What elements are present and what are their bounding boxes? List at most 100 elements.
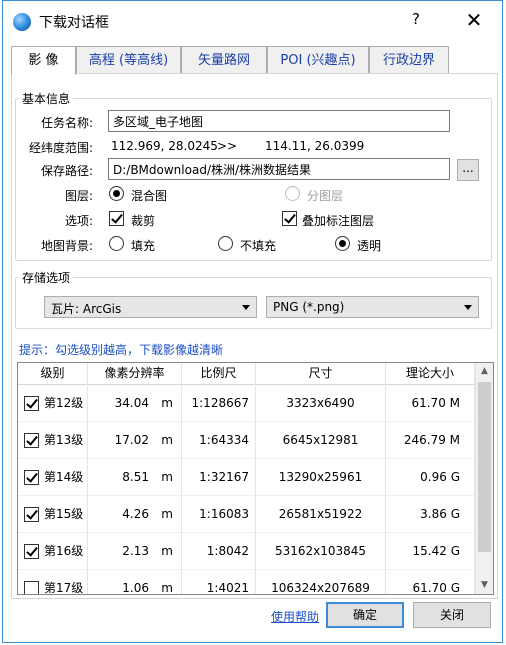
row-scale: 1:32167 (182, 459, 256, 496)
scroll-thumb[interactable] (478, 382, 491, 552)
row-scale: 1:4021 (182, 570, 256, 594)
row-size: 6645x12981 (256, 422, 386, 459)
row-theory-size: 246.79 M (386, 422, 475, 459)
chevron-down-icon (464, 305, 472, 310)
layer-split-radio[interactable] (285, 186, 300, 201)
row-theory-size: 15.42 G (386, 533, 475, 570)
bg-nofill-label: 不填充 (240, 239, 277, 253)
bg-fill-radio[interactable] (109, 236, 124, 251)
row-unit: m (161, 396, 173, 410)
tab-imagery[interactable]: 影 像 (11, 46, 76, 75)
table-row[interactable]: 第13级 17.02 m 1:64334 6645x12981 246.79 M (18, 422, 475, 459)
row-unit: m (161, 507, 173, 521)
row-checkbox[interactable] (24, 396, 39, 411)
task-name-input[interactable]: 多区域_电子地图 (108, 110, 450, 132)
table-row[interactable]: 第12级 34.04 m 1:128667 3323x6490 61.70 M (18, 385, 475, 422)
row-size: 26581x51922 (256, 496, 386, 533)
col-theory-size[interactable]: 理论大小 (386, 363, 475, 385)
row-resolution: 4.26 (122, 507, 149, 521)
bg-transparent-label: 透明 (357, 239, 382, 253)
tab-road-network[interactable]: 矢量路网 (181, 46, 267, 74)
col-size[interactable]: 尺寸 (256, 363, 386, 385)
layer-mixed-label: 混合图 (131, 189, 168, 203)
col-scale[interactable]: 比例尺 (182, 363, 256, 385)
table-header: 级别 像素分辨率 比例尺 尺寸 理论大小 (18, 363, 475, 385)
overlay-label-label: 叠加标注图层 (302, 214, 375, 228)
row-level: 第16级 (44, 544, 84, 558)
background-label: 地图背景: (40, 239, 93, 253)
save-path-input[interactable]: D:/BMdownload/株洲/株洲数据结果 (108, 158, 450, 180)
row-unit: m (161, 433, 173, 447)
options-label: 选项: (64, 214, 93, 228)
row-unit: m (161, 581, 173, 595)
close-icon[interactable]: ✕ (461, 7, 487, 33)
row-level: 第14级 (44, 470, 84, 484)
layer-split-label: 分图层 (307, 189, 344, 203)
chevron-down-icon (242, 305, 250, 310)
row-resolution: 8.51 (122, 470, 149, 484)
row-unit: m (161, 544, 173, 558)
table-row[interactable]: 第15级 4.26 m 1:16083 26581x51922 3.86 G (18, 496, 475, 533)
bg-fill-label: 填充 (131, 239, 156, 253)
row-scale: 1:128667 (182, 385, 256, 422)
bg-transparent-radio[interactable] (335, 236, 350, 251)
lnglat-to: 114.11, 26.0399 (265, 139, 365, 153)
row-size: 106324x207689 (256, 570, 386, 594)
tile-format-value: 瓦片: ArcGis (51, 302, 122, 316)
row-checkbox[interactable] (24, 470, 39, 485)
col-resolution[interactable]: 像素分辨率 (88, 363, 182, 385)
task-name-label: 任务名称: (40, 116, 93, 130)
row-theory-size: 61.70 G (386, 570, 475, 594)
row-level: 第13级 (44, 433, 84, 447)
row-scale: 1:64334 (182, 422, 256, 459)
row-checkbox[interactable] (24, 544, 39, 559)
close-button[interactable]: 关闭 (413, 602, 491, 628)
row-theory-size: 61.70 M (386, 385, 475, 422)
bg-nofill-radio[interactable] (218, 236, 233, 251)
table-row[interactable]: 第17级 1.06 m 1:4021 106324x207689 61.70 G (18, 570, 475, 595)
tab-admin-boundary[interactable]: 行政边界 (369, 46, 449, 74)
save-path-label: 保存路径: (40, 164, 93, 178)
row-resolution: 34.04 (114, 396, 149, 410)
help-button[interactable]: ? (406, 10, 426, 32)
lnglat-arrow: >> (217, 139, 238, 153)
row-unit: m (161, 470, 173, 484)
row-theory-size: 0.96 G (386, 459, 475, 496)
basic-info-title: 基本信息 (19, 90, 74, 107)
row-resolution: 2.13 (122, 544, 149, 558)
level-table: 级别 像素分辨率 比例尺 尺寸 理论大小 第12级 34.04 m 1:12866… (17, 362, 494, 595)
table-row[interactable]: 第14级 8.51 m 1:32167 13290x25961 0.96 G (18, 459, 475, 496)
layer-mixed-radio[interactable] (109, 186, 124, 201)
row-level: 第15级 (44, 507, 84, 521)
tab-poi[interactable]: POI (兴趣点) (267, 46, 369, 74)
image-format-select[interactable]: PNG (*.png) (266, 296, 479, 318)
col-level[interactable]: 级别 (18, 363, 88, 385)
clip-checkbox[interactable] (109, 211, 124, 226)
globe-icon (13, 13, 31, 31)
image-format-value: PNG (*.png) (273, 300, 345, 314)
row-checkbox[interactable] (24, 581, 39, 594)
hint-text: 提示：勾选级别越高，下载影像越清晰 (19, 343, 224, 357)
row-scale: 1:16083 (182, 496, 256, 533)
row-checkbox[interactable] (24, 433, 39, 448)
download-dialog: 下载对话框 ? ✕ 影 像 高程 (等高线) 矢量路网 POI (兴趣点) 行政… (2, 0, 503, 643)
table-scrollbar[interactable]: ▲ ▼ (475, 363, 493, 594)
lnglat-from: 112.969, 28.0245 (111, 139, 218, 153)
storage-title: 存储选项 (19, 269, 74, 286)
row-level: 第12级 (44, 396, 84, 410)
row-checkbox[interactable] (24, 507, 39, 522)
tile-format-select[interactable]: 瓦片: ArcGis (44, 296, 257, 318)
title-bar: 下载对话框 ? ✕ (3, 1, 502, 40)
dialog-title: 下载对话框 (39, 15, 109, 31)
browse-button[interactable]: ... (457, 159, 479, 181)
table-row[interactable]: 第16级 2.13 m 1:8042 53162x103845 15.42 G (18, 533, 475, 570)
ok-button[interactable]: 确定 (326, 602, 404, 628)
overlay-label-checkbox[interactable] (282, 211, 297, 226)
scroll-down-icon[interactable]: ▼ (476, 577, 493, 594)
scroll-up-icon[interactable]: ▲ (476, 363, 493, 380)
help-link[interactable]: 使用帮助 (271, 608, 319, 625)
row-resolution: 1.06 (122, 581, 149, 595)
tab-elevation[interactable]: 高程 (等高线) (76, 46, 181, 74)
row-level: 第17级 (44, 581, 84, 595)
row-size: 53162x103845 (256, 533, 386, 570)
